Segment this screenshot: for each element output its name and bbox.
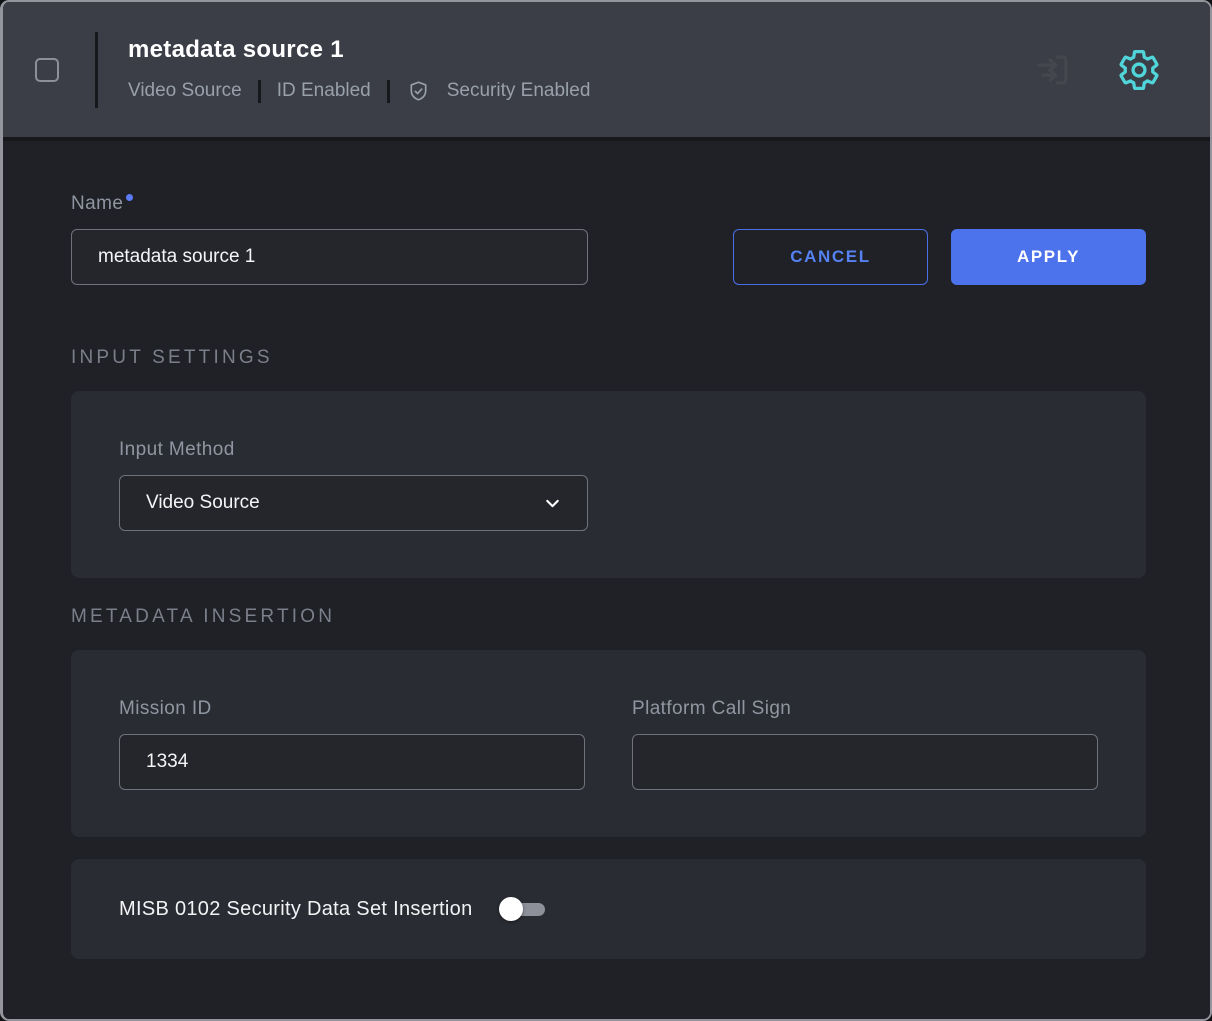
platform-call-sign-field-group: Platform Call Sign [632, 698, 1098, 790]
input-method-label: Input Method [119, 439, 235, 461]
badge-security-enabled: Security Enabled [447, 80, 591, 102]
mission-id-field-group: Mission ID [119, 698, 585, 790]
mission-id-input[interactable] [119, 734, 585, 790]
misb-toggle-card: MISB 0102 Security Data Set Insertion [71, 859, 1146, 959]
mission-id-label: Mission ID [119, 698, 212, 720]
name-actions-row: Name CANCEL APPLY [71, 193, 1146, 285]
input-settings-card: Input Method Video Source [71, 391, 1146, 578]
shield-check-icon [406, 79, 431, 104]
input-method-value: Video Source [146, 492, 260, 514]
header-actions [1032, 47, 1162, 93]
import-arrows-icon[interactable] [1032, 49, 1074, 91]
apply-button[interactable]: APPLY [951, 229, 1146, 285]
subtitle-separator [387, 80, 390, 103]
name-label: Name [71, 193, 123, 215]
gear-icon[interactable] [1116, 47, 1162, 93]
toggle-knob [499, 897, 523, 921]
section-title-metadata-insertion: METADATA INSERTION [71, 606, 1146, 628]
cancel-button[interactable]: CANCEL [733, 229, 928, 285]
header-titles: metadata source 1 Video Source ID Enable… [128, 36, 590, 104]
subtitle-separator [258, 80, 261, 103]
select-checkbox[interactable] [35, 58, 59, 82]
input-method-field-group: Input Method Video Source [119, 439, 588, 531]
header-divider [95, 32, 98, 108]
badge-video-source: Video Source [128, 80, 242, 102]
metadata-insertion-card: Mission ID Platform Call Sign [71, 650, 1146, 837]
misb-toggle[interactable] [499, 897, 545, 921]
panel-header: metadata source 1 Video Source ID Enable… [3, 2, 1210, 141]
platform-call-sign-label: Platform Call Sign [632, 698, 791, 720]
platform-call-sign-input[interactable] [632, 734, 1098, 790]
name-field-group: Name [71, 193, 588, 285]
metadata-source-panel: metadata source 1 Video Source ID Enable… [0, 0, 1212, 1021]
chevron-down-icon [542, 493, 563, 514]
required-dot [126, 194, 133, 201]
panel-body: Name CANCEL APPLY INPUT SETTINGS Input M… [3, 141, 1210, 1019]
misb-toggle-label: MISB 0102 Security Data Set Insertion [119, 898, 473, 921]
name-input[interactable] [71, 229, 588, 285]
header-subtitle: Video Source ID Enabled Security Enabled [128, 79, 590, 104]
input-method-select[interactable]: Video Source [119, 475, 588, 531]
section-title-input-settings: INPUT SETTINGS [71, 347, 1146, 369]
page-title: metadata source 1 [128, 36, 590, 64]
badge-id-enabled: ID Enabled [277, 80, 371, 102]
form-actions: CANCEL APPLY [733, 229, 1146, 285]
